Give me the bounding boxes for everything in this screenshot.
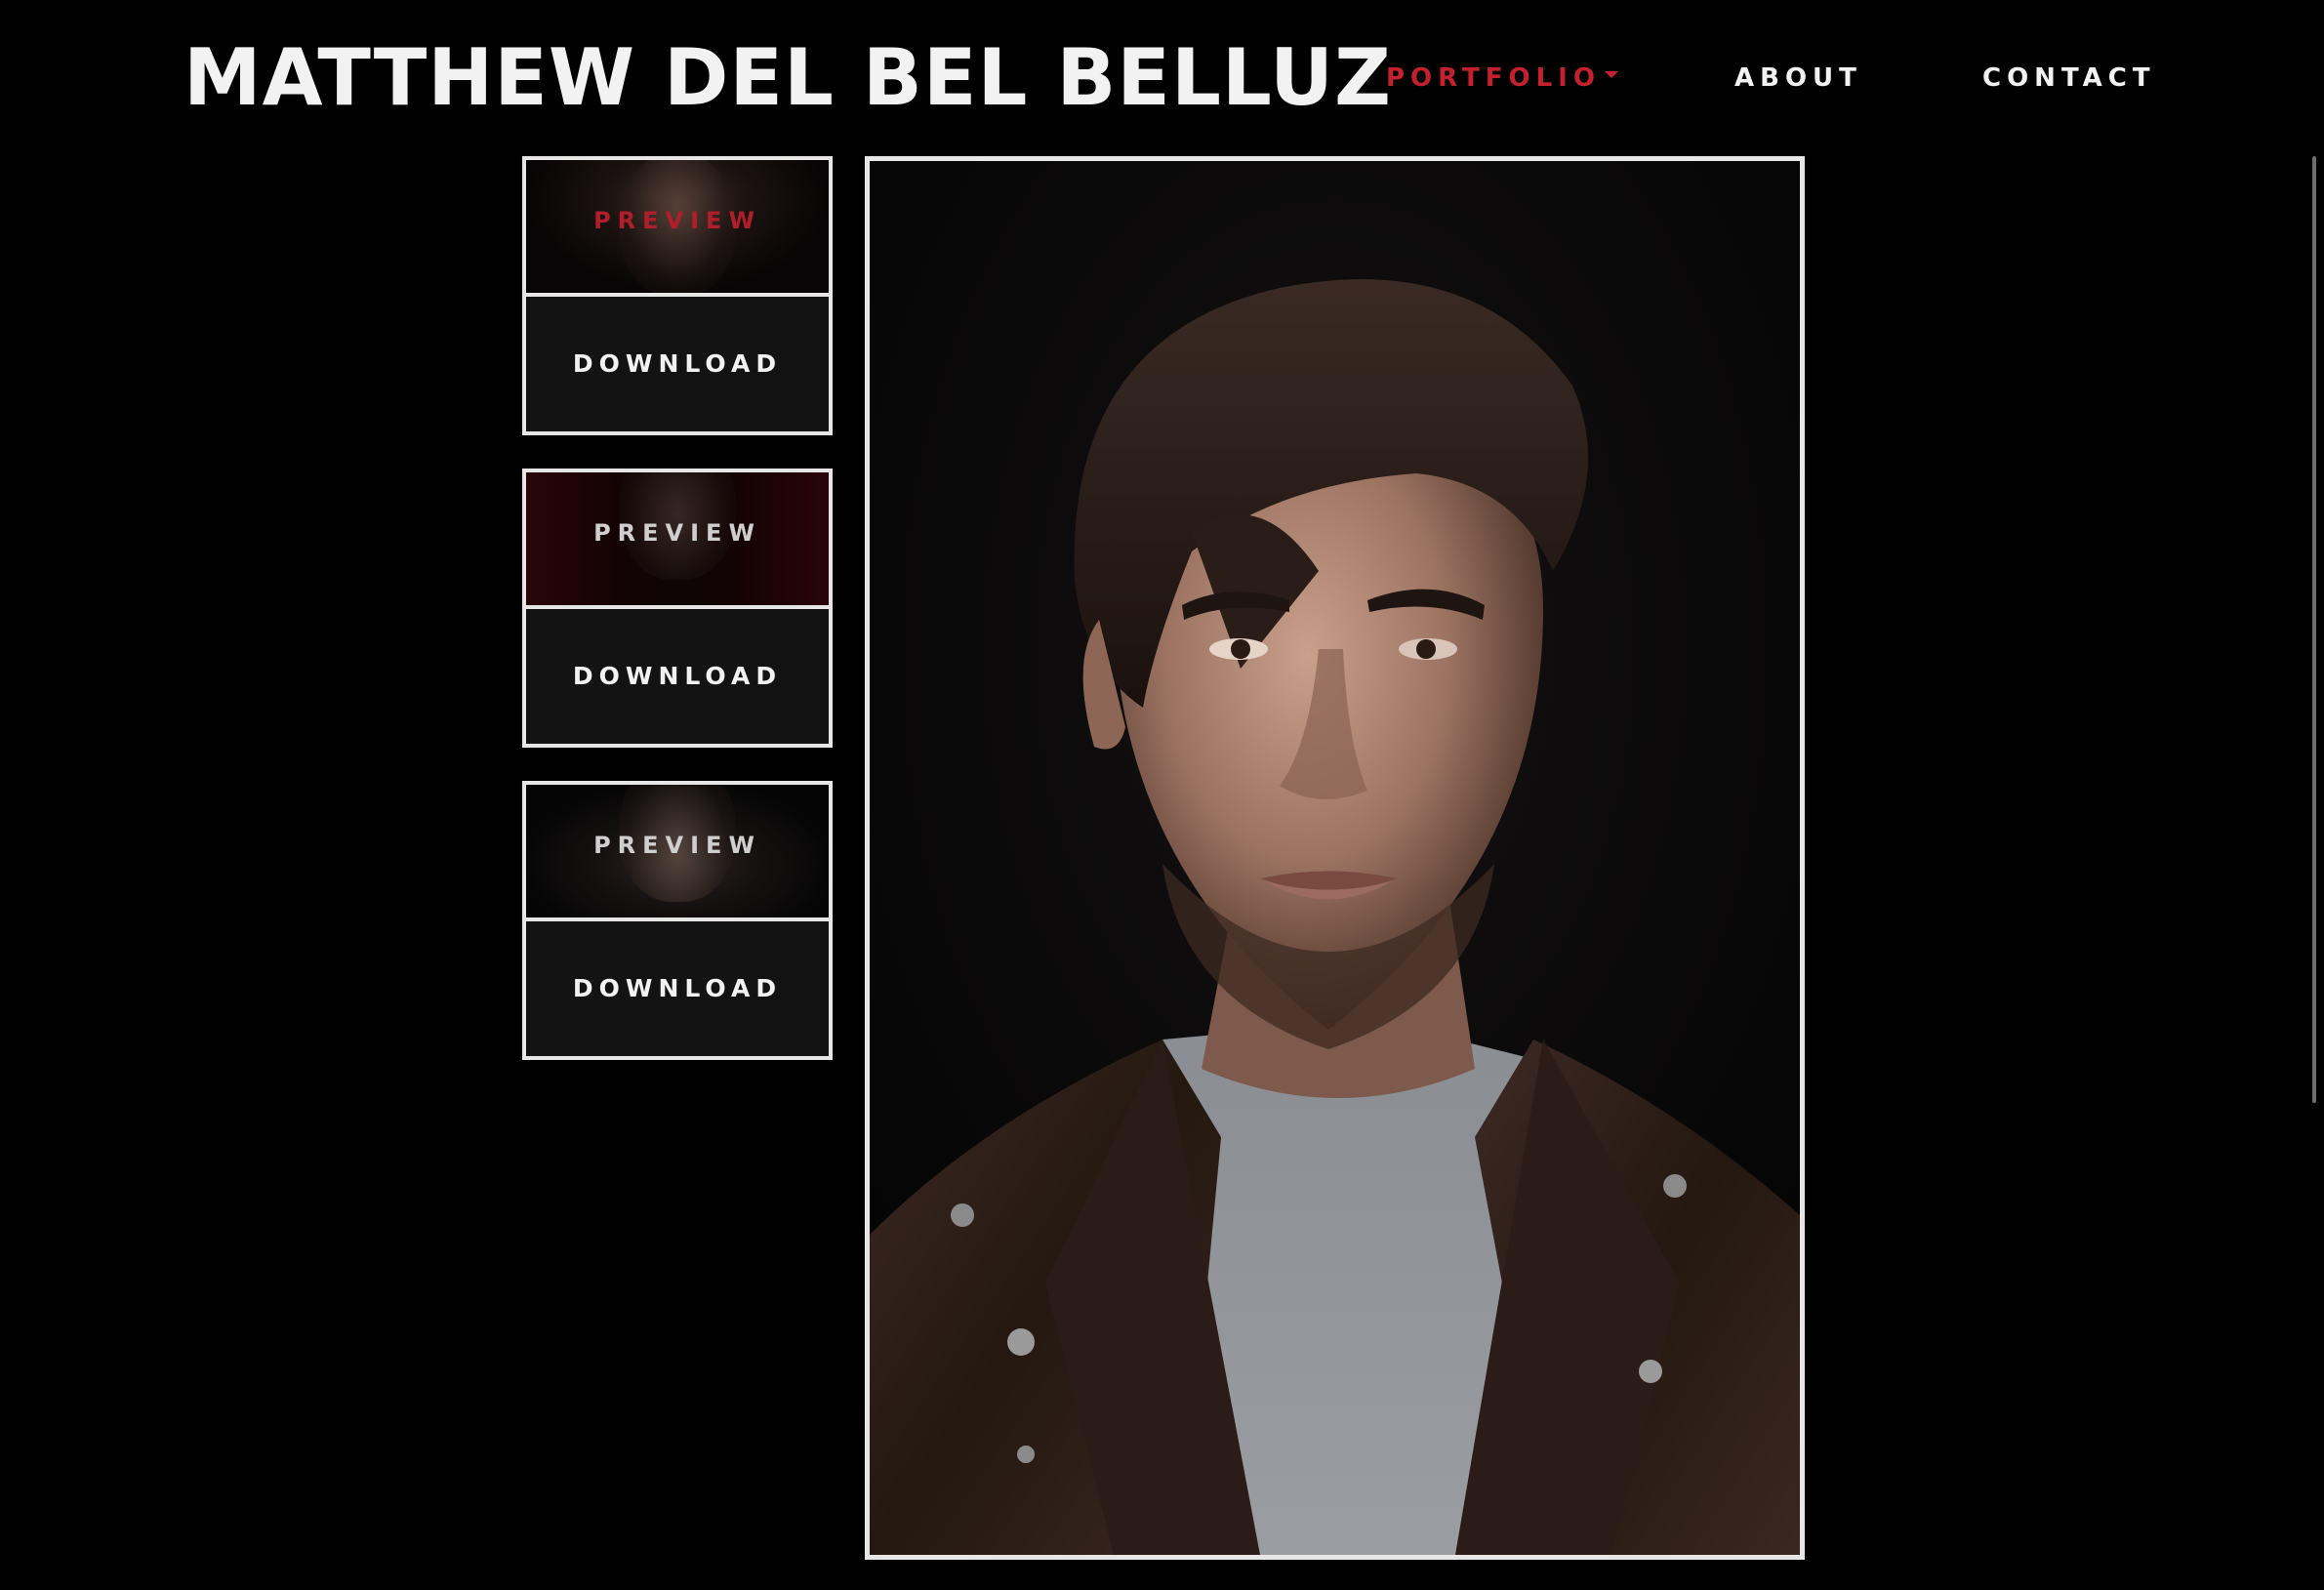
- preview-label: PREVIEW: [593, 832, 761, 859]
- caret-down-icon: [1604, 71, 1618, 78]
- portrait-illustration: [870, 161, 1800, 1555]
- thumbnail-card: PREVIEW DOWNLOAD: [522, 156, 833, 435]
- preview-button[interactable]: PREVIEW: [526, 472, 829, 605]
- nav-contact[interactable]: CONTACT: [1982, 57, 2156, 100]
- thumbnail-card: PREVIEW DOWNLOAD: [522, 781, 833, 1060]
- download-button[interactable]: DOWNLOAD: [526, 921, 829, 1056]
- main-portrait-image: [865, 156, 1805, 1560]
- scrollbar[interactable]: [2312, 156, 2318, 1103]
- preview-button[interactable]: PREVIEW: [526, 160, 829, 293]
- download-button[interactable]: DOWNLOAD: [526, 297, 829, 431]
- thumbnail-card: PREVIEW DOWNLOAD: [522, 469, 833, 748]
- preview-label: PREVIEW: [593, 519, 761, 547]
- nav-portfolio[interactable]: PORTFOLIO: [1386, 57, 1618, 100]
- preview-button[interactable]: PREVIEW: [526, 785, 829, 917]
- preview-label: PREVIEW: [593, 207, 761, 234]
- site-title[interactable]: MATTHEW DEL BEL BELLUZ: [183, 29, 1392, 127]
- nav-portfolio-label: PORTFOLIO: [1386, 63, 1601, 93]
- scrollbar-thumb[interactable]: [2312, 156, 2316, 1103]
- nav-about[interactable]: ABOUT: [1734, 57, 1862, 100]
- download-button[interactable]: DOWNLOAD: [526, 609, 829, 744]
- page: MATTHEW DEL BEL BELLUZ PORTFOLIO ABOUT C…: [0, 0, 2324, 1590]
